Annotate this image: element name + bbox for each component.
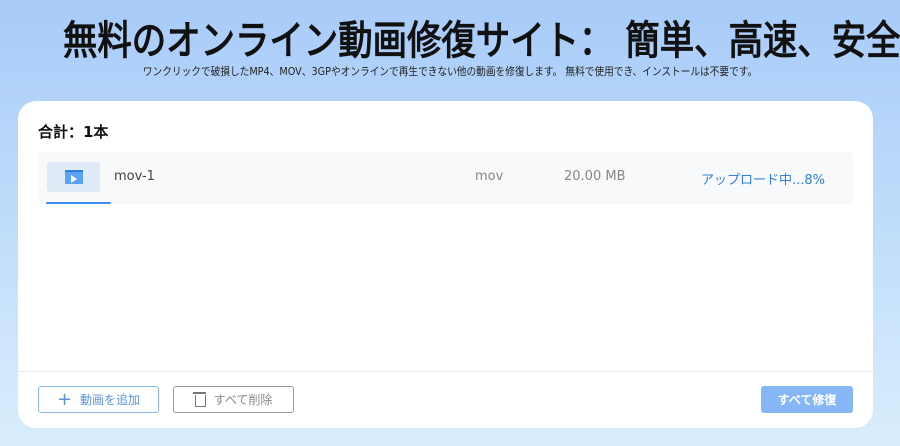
plus-icon: + [56,388,73,410]
delete-all-button[interactable]: すべて削除 [173,386,294,413]
file-list-card: 合計：1本 mov-1 mov 20.00 MB アップロード中...8% + … [18,101,873,428]
page-title: 無料のオンライン動画修復サイト： 簡単、高速、安全 [63,18,900,64]
divider [18,371,873,372]
file-type: mov [475,169,504,184]
repair-all-button[interactable]: すべて修復 [761,386,853,413]
file-row: mov-1 mov 20.00 MB アップロード中...8% [38,152,853,204]
file-thumbnail [47,162,100,192]
file-size: 20.00 MB [564,169,626,184]
trash-icon [192,392,206,407]
upload-status: アップロード中...8% [701,173,826,188]
file-name: mov-1 [114,169,155,184]
add-video-button[interactable]: + 動画を追加 [38,386,159,413]
video-file-icon [65,170,83,184]
delete-all-label: すべて削除 [213,393,273,407]
total-count: 合計：1本 [38,123,109,141]
page-subtitle: ワンクリックで破損したMP4、MOV、3GPやオンラインで再生できない他の動画を… [142,65,758,78]
add-video-label: 動画を追加 [80,393,141,407]
upload-progress-bar [46,202,112,204]
